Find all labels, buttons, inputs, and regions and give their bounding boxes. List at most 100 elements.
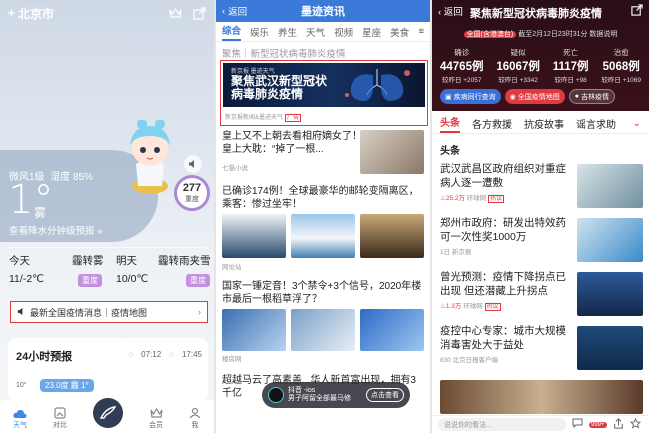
stat-deaths: 死亡 1117例 较昨日 +98 [553,47,589,84]
list-item[interactable]: 曾光预测：疫情下降拐点已出现 但还潜藏上升拐点 ♨1.3万 环球网 热议 [440,270,570,311]
focus-heading: 聚焦｜新型冠状病毒肺炎疫情 [222,49,346,60]
douyin-popup[interactable]: 抖音 -ios 男子阿留全部最马修 点击查看 [262,382,410,408]
list-item[interactable]: 郑州市政府：研发出特效药可一次性奖1000万 1日 新京报 [440,216,570,256]
menu-icon[interactable]: ≡ [418,26,424,37]
tab-rescue[interactable]: 各方救援 [472,116,512,131]
share-icon[interactable] [192,6,206,20]
nav-weather-label: 天气 [13,422,27,429]
aqi-value: 277 [182,181,202,194]
nav-center[interactable] [93,398,123,430]
news-source: 1日 新京报 [440,249,472,256]
sunrise-icon: ◌ [128,350,134,359]
epidemic-map-button[interactable]: ◉ 全国疫情地图 [504,89,565,104]
stat-value: 5068例 [602,61,640,73]
button-label: 全国疫情地图 [517,93,560,101]
update-time[interactable]: 截至2月12日23时31分 数据说明 [518,31,617,38]
chevron-down-icon[interactable]: ⌄ [633,118,641,129]
crown-icon [149,408,163,418]
news-thumbnail [577,326,643,370]
sunset-time: 17:45 [181,350,202,359]
news-meta: ♨1.3万 环球网 热议 [440,300,570,311]
city-name: 北京市 [18,6,55,21]
nav-weather[interactable]: 天气 [13,409,27,430]
trip-query-button[interactable]: ▣ 疾病同行查询 [440,89,501,104]
stat-suspected: 疑似 16067例 较昨日 +3342 [496,47,539,84]
mascot-character[interactable] [122,119,178,199]
tab-weather[interactable]: 天气 [306,25,325,39]
covid-panel: ‹ 返回 聚焦新型冠状病毒肺炎疫情 全国(含港澳台) 截至2月12日23时31分 … [432,0,649,433]
photo-icon [54,407,66,419]
aqi-gauge[interactable]: 277 重度 [174,175,210,211]
focus-banner[interactable]: 新京报 墨迹天气 聚焦武汉新型冠状病毒肺炎疫情 新京报新闻&墨迹天气 广告 [220,60,428,126]
hot-count: 25.2万 [445,195,465,202]
stat-value: 44765例 [440,61,484,73]
tab-video[interactable]: 视频 [334,25,353,39]
news-source: 环球网 [466,195,487,202]
news-title: 郑州市政府：研发出特效药可一次性奖1000万 [440,217,566,243]
news-thumbnail [440,380,643,414]
precip-forecast-link[interactable]: 查看降水分钟级预报 » [9,223,102,237]
popup-title: 抖音 -ios [288,387,316,394]
comment-input[interactable]: 说说你的看法... [438,418,566,431]
hourly-title: 24小时预报 [16,351,73,363]
news-title: 皇上又不上朝去看相府嫡女了！皇上大耽：“掉了一根... [222,131,362,155]
voice-broadcast-icon[interactable] [184,155,202,173]
location-icon: ● [574,93,579,100]
news-thumbnail [222,309,286,351]
tomorrow-condition: 霾转雨夹雪 [158,255,211,267]
list-item[interactable]: 疫控中心专家：城市大规模消毒害处大于益处 830 北京日报客户端 [440,324,570,364]
news-source: 网址站 [222,264,242,271]
stat-label: 治愈 [613,48,629,57]
local-epidemic-button[interactable]: ● 吉林疫情 [568,89,615,104]
list-item[interactable]: 皇上又不上朝去看相府嫡女了！皇上大耽：“掉了一根... 七猫小说 [222,130,362,172]
chevron-right-icon: › [198,307,201,317]
stat-diff: 较昨日 +1069 [601,77,641,84]
comment-count: 999+ [589,421,607,428]
banner-headline: 聚焦武汉新型冠状病毒肺炎疫情 [231,74,328,101]
news-source: 830 北京日报客户端 [440,357,499,364]
hot-tag: 热议 [484,303,501,311]
current-condition: 雾 [34,206,47,220]
banner-source-text: 新京报新闻&墨迹天气 [225,115,284,121]
back-button[interactable]: ‹ 返回 [438,4,463,18]
crown-icon[interactable] [168,6,182,20]
map-icon: ◉ [509,93,516,101]
stat-value: 16067例 [496,61,540,73]
epidemic-news-banner[interactable]: 最新全国疫情消息｜疫情地图 › [10,301,208,323]
comment-icon[interactable] [572,418,583,431]
tomorrow-temp: 10/0℃ [116,273,149,285]
star-icon[interactable] [629,417,641,432]
tab-health[interactable]: 养生 [278,25,297,39]
button-label: 疾病同行查询 [453,93,496,101]
news-meta: 1日 新京报 [440,246,570,256]
share-icon[interactable] [613,417,624,432]
banner-text: 最新全国疫情消息｜疫情地图 [30,307,148,318]
add-icon: + [8,6,16,20]
tab-entertainment[interactable]: 娱乐 [250,25,269,39]
news-title: 已确诊174例！全球最豪华的邮轮变隔离区，乘客：惨过坐牢！ [222,186,419,210]
nav-me[interactable]: 我 [189,407,201,430]
news-tabs: 综合 娱乐 养生 天气 视频 星座 美食 ≡ [216,22,430,42]
hourly-forecast-card[interactable]: 24小时预报 ◌ 07:12 ◌ 17:45 10° 23.0度 霾 1° [8,338,208,400]
tab-stories[interactable]: 抗疫故事 [524,116,564,131]
region-tag: 全国(含港澳台) [463,31,517,38]
tab-horoscope[interactable]: 星座 [362,25,381,39]
share-icon[interactable] [631,4,643,19]
aqi-level: 重度 [185,195,199,203]
city-selector[interactable]: + 北京市 [8,5,54,22]
stat-label: 疑似 [510,48,526,57]
tab-rumors[interactable]: 谣言求助 [576,116,616,131]
nav-member-label: 会员 [149,422,163,429]
banner-image: 新京报 墨迹天气 聚焦武汉新型冠状病毒肺炎疫情 [223,63,425,107]
stat-cured: 治愈 5068例 较昨日 +1069 [601,47,641,84]
list-item[interactable]: 武汉武昌区政府组织对重症病人逐一遭敷 ♨25.2万 环球网 热议 [440,162,570,203]
tab-food[interactable]: 美食 [390,25,409,39]
page-title: 聚焦新型冠状病毒肺炎疫情 [470,8,602,20]
nav-member[interactable]: 会员 [149,408,163,430]
tab-comprehensive[interactable]: 综合 [222,23,242,41]
news-source: 七猫小说 [222,165,248,172]
nav-compare[interactable]: 对比 [53,407,67,430]
popup-view-button[interactable]: 点击查看 [366,388,404,402]
tab-headlines[interactable]: 头条 [440,114,460,133]
divider [8,247,206,248]
